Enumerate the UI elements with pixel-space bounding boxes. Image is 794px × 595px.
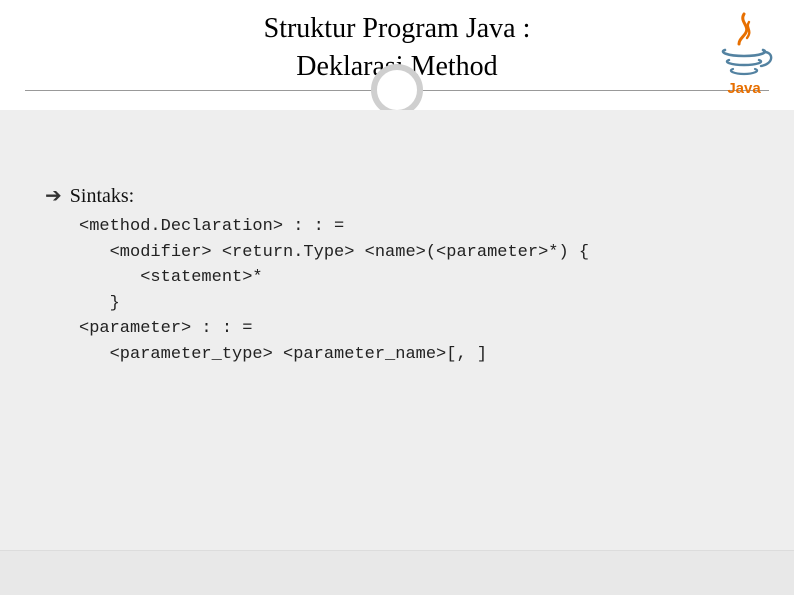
header-area: Struktur Program Java : Deklarasi Method… (0, 0, 794, 110)
svg-text:Java: Java (727, 80, 761, 97)
bullet-icon: ➔ (45, 186, 62, 206)
title-line-1: Struktur Program Java : (264, 13, 531, 44)
content-area: ➔ Sintaks: <method.Declaration> : : = <m… (0, 110, 794, 550)
syntax-code-block: <method.Declaration> : : = <modifier> <r… (45, 214, 749, 367)
bullet-label: Sintaks: (70, 185, 134, 208)
slide: Struktur Program Java : Deklarasi Method… (0, 0, 794, 595)
bullet-item: ➔ Sintaks: (45, 185, 749, 208)
java-logo-icon: Java (709, 8, 779, 98)
decorative-circle (371, 64, 423, 116)
footer-bar (0, 550, 794, 595)
